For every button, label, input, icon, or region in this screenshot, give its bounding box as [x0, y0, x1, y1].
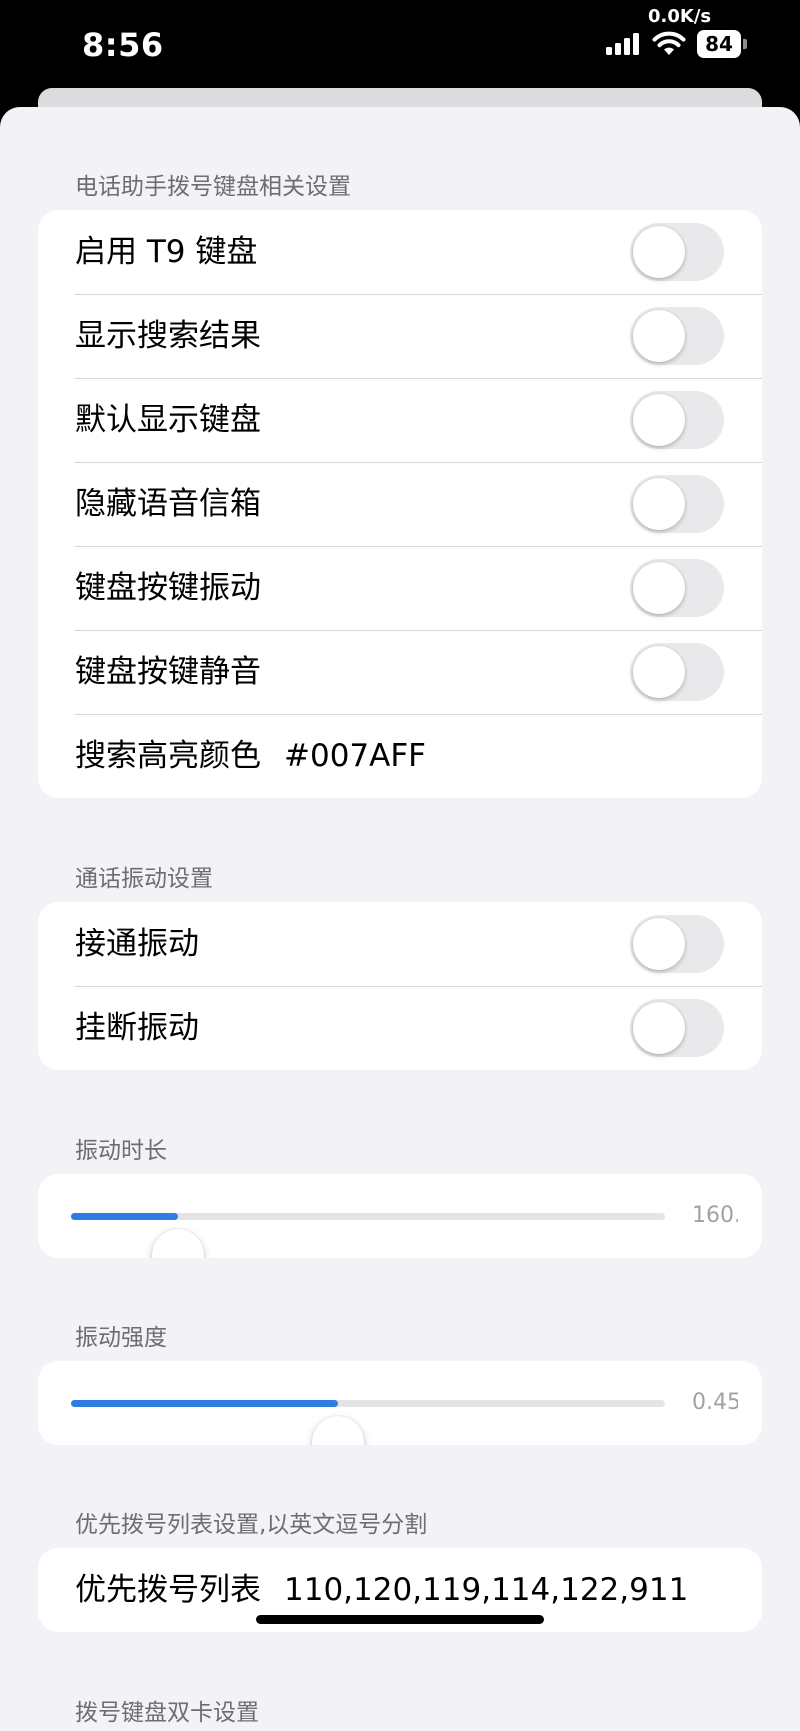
- row-label: 优先拨号列表: [75, 1572, 261, 1608]
- row-label: 默认显示键盘: [75, 402, 261, 438]
- vibration-duration-group: 160.0: [38, 1174, 762, 1258]
- battery-cap: [743, 39, 747, 49]
- row-label: 挂断振动: [75, 1010, 199, 1046]
- slider-thumb[interactable]: [312, 1416, 365, 1445]
- slider-value: 0.45: [692, 1390, 738, 1415]
- call-vibration-group: 接通振动 挂断振动: [38, 902, 762, 1070]
- row-label: 隐藏语音信箱: [75, 486, 261, 522]
- section-header-call-vibration: 通话振动设置: [75, 866, 213, 892]
- row-label: 搜索高亮颜色: [75, 738, 261, 774]
- row-keypress-vibration: 键盘按键振动: [38, 546, 762, 630]
- slider-track[interactable]: [71, 1213, 665, 1258]
- row-connect-vibration: 接通振动: [38, 902, 762, 986]
- toggle-knob: [633, 226, 685, 278]
- row-search-highlight-color[interactable]: 搜索高亮颜色 #007AFF: [38, 714, 762, 798]
- row-hangup-vibration: 挂断振动: [38, 986, 762, 1070]
- toggle-knob: [633, 310, 685, 362]
- dialpad-settings-group: 启用 T9 键盘 显示搜索结果 默认显示键盘 隐藏语音信箱 键盘按键振动 键盘按…: [38, 210, 762, 798]
- slider-fill: [71, 1213, 178, 1220]
- toggle-knob: [633, 394, 685, 446]
- toggle-show-search-results[interactable]: [630, 307, 724, 365]
- toggle-keypress-vibration[interactable]: [630, 559, 724, 617]
- slider-thumb[interactable]: [151, 1229, 204, 1258]
- toggle-connect-vibration[interactable]: [630, 915, 724, 973]
- section-header-dual-sim: 拨号键盘双卡设置: [75, 1700, 259, 1726]
- vibration-intensity-slider[interactable]: 0.45: [38, 1361, 762, 1445]
- row-label: 键盘按键静音: [75, 654, 261, 690]
- toggle-knob: [633, 478, 685, 530]
- vibration-intensity-group: 0.45: [38, 1361, 762, 1445]
- row-keypress-mute: 键盘按键静音: [38, 630, 762, 714]
- row-label: 启用 T9 键盘: [75, 234, 258, 270]
- slider-fill: [71, 1400, 339, 1407]
- toggle-default-show-keyboard[interactable]: [630, 391, 724, 449]
- status-bar: 8:56 0.0K/s 84: [0, 0, 800, 100]
- section-header-priority-list: 优先拨号列表设置,以英文逗号分割: [75, 1512, 428, 1538]
- slider-value: 160.0: [692, 1203, 738, 1228]
- row-label: 显示搜索结果: [75, 318, 261, 354]
- toggle-hide-voicemail[interactable]: [630, 475, 724, 533]
- toggle-knob: [633, 646, 685, 698]
- toggle-knob: [633, 918, 685, 970]
- home-indicator: [256, 1615, 544, 1624]
- battery-level: 84: [697, 30, 741, 58]
- toggle-knob: [633, 1002, 685, 1054]
- slider-track[interactable]: [71, 1400, 665, 1445]
- toggle-keypress-mute[interactable]: [630, 643, 724, 701]
- row-enable-t9-keyboard: 启用 T9 键盘: [38, 210, 762, 294]
- row-label: 键盘按键振动: [75, 570, 261, 606]
- row-default-show-keyboard: 默认显示键盘: [38, 378, 762, 462]
- battery-icon: 84: [697, 30, 747, 58]
- highlight-color-value[interactable]: #007AFF: [284, 714, 426, 798]
- toggle-hangup-vibration[interactable]: [630, 999, 724, 1057]
- row-label: 接通振动: [75, 926, 199, 962]
- section-header-vibration-duration: 振动时长: [75, 1138, 167, 1164]
- network-speed: 0.0K/s: [648, 6, 712, 27]
- section-header-dialpad: 电话助手拨号键盘相关设置: [75, 174, 351, 200]
- toggle-knob: [633, 562, 685, 614]
- section-header-vibration-intensity: 振动强度: [75, 1325, 167, 1351]
- status-time: 8:56: [82, 26, 164, 64]
- signal-icon: [606, 33, 639, 55]
- vibration-duration-slider[interactable]: 160.0: [38, 1174, 762, 1258]
- row-hide-voicemail: 隐藏语音信箱: [38, 462, 762, 546]
- wifi-icon: [652, 31, 686, 55]
- settings-sheet: 电话助手拨号键盘相关设置 启用 T9 键盘 显示搜索结果 默认显示键盘 隐藏语音…: [0, 107, 800, 1731]
- row-show-search-results: 显示搜索结果: [38, 294, 762, 378]
- toggle-enable-t9[interactable]: [630, 223, 724, 281]
